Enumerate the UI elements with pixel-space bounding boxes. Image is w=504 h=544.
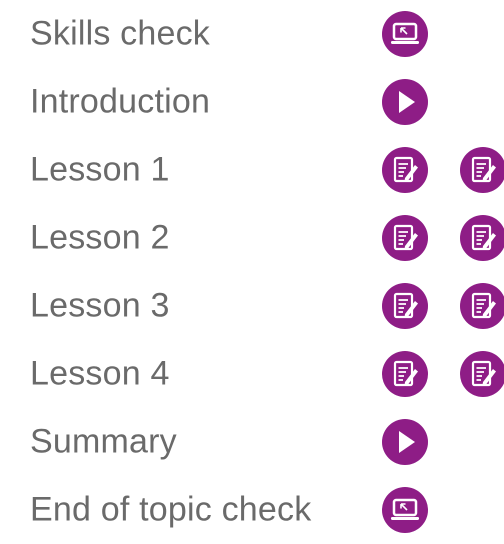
item-label: Skills check: [30, 14, 211, 53]
worksheet-icon[interactable]: [382, 147, 428, 193]
worksheet-icon[interactable]: [382, 283, 428, 329]
list-item-lesson-1: Lesson 1: [0, 136, 504, 204]
item-label: Lesson 1: [30, 150, 170, 189]
laptop-icon[interactable]: [382, 487, 428, 533]
list-item-introduction: Introduction: [0, 68, 504, 136]
list-item-lesson-2: Lesson 2: [0, 204, 504, 272]
item-label: Lesson 2: [30, 218, 170, 257]
item-label: End of topic check: [30, 490, 312, 529]
item-label: Introduction: [30, 82, 211, 121]
laptop-icon[interactable]: [382, 11, 428, 57]
worksheet-icon[interactable]: [382, 215, 428, 261]
item-label: Summary: [30, 422, 177, 461]
list-item-summary: Summary: [0, 408, 504, 476]
item-label: Lesson 4: [30, 354, 170, 393]
worksheet-icon[interactable]: [382, 351, 428, 397]
worksheet-icon[interactable]: [460, 147, 504, 193]
worksheet-icon[interactable]: [460, 215, 504, 261]
list-item-skills-check: Skills check: [0, 0, 504, 68]
play-icon[interactable]: [382, 419, 428, 465]
list-item-lesson-3: Lesson 3: [0, 272, 504, 340]
worksheet-icon[interactable]: [460, 351, 504, 397]
list-item-end-of-topic-check: End of topic check: [0, 476, 504, 544]
item-label: Lesson 3: [30, 286, 170, 325]
play-icon[interactable]: [382, 79, 428, 125]
worksheet-icon[interactable]: [460, 283, 504, 329]
list-item-lesson-4: Lesson 4: [0, 340, 504, 408]
